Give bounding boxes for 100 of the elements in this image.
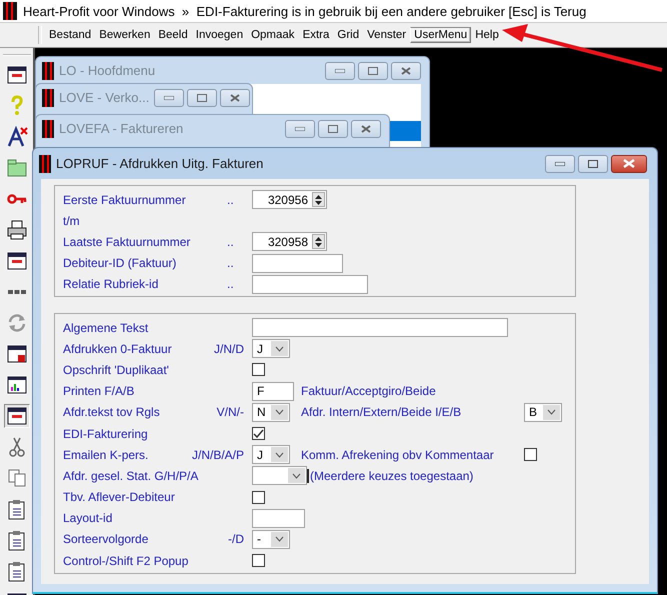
field-label: Algemene Tekst xyxy=(63,320,148,335)
field-label: t/m xyxy=(63,214,81,228)
spinner-icon[interactable] xyxy=(312,192,325,208)
field-label: Emailen K-pers. xyxy=(63,448,148,462)
checkbox[interactable] xyxy=(252,554,265,568)
minimize-button[interactable] xyxy=(325,62,355,80)
close-button[interactable] xyxy=(351,120,381,138)
field-label: Control-/Shift F2 Popup xyxy=(63,554,188,568)
window-logo-icon xyxy=(39,154,51,172)
close-button[interactable] xyxy=(220,88,250,106)
chevron-down-icon xyxy=(292,472,301,479)
menu-item[interactable]: Invoegen xyxy=(192,27,248,43)
leader-dots: .. xyxy=(227,192,235,207)
dropdown[interactable]: N xyxy=(252,402,290,422)
leader-dots: .. xyxy=(227,277,235,292)
maximize-icon xyxy=(197,94,208,102)
field-hint: J/N/B/A/P xyxy=(190,448,244,462)
window-icon[interactable] xyxy=(4,404,30,428)
field-label: Sorteervolgorde xyxy=(63,532,148,546)
maximize-icon xyxy=(368,66,378,74)
menu-item[interactable]: Extra xyxy=(298,27,334,43)
dropdown[interactable]: B xyxy=(524,402,562,422)
dropdown[interactable]: - xyxy=(252,530,290,549)
close-icon xyxy=(401,66,411,74)
close-button[interactable] xyxy=(391,62,421,80)
field-label: Layout-id xyxy=(63,511,112,526)
input-field[interactable] xyxy=(252,254,343,273)
input-field[interactable] xyxy=(252,508,305,528)
field-label: Relatie Rubriek-id xyxy=(63,277,160,292)
field-hint: -/D xyxy=(227,532,244,546)
leader-dots: .. xyxy=(227,234,235,249)
menu-item[interactable]: Grid xyxy=(333,27,364,43)
window-logo-icon xyxy=(42,62,54,80)
minimize-icon xyxy=(164,96,174,100)
app-logo-icon xyxy=(3,2,17,20)
input-field[interactable] xyxy=(252,274,368,294)
minimize-icon xyxy=(335,68,345,72)
app-title: Heart-Profit voor Windows » EDI-Fakturering is in gebruik bij een andere gebruiker [Esc] is Terug xyxy=(23,4,586,18)
close-icon xyxy=(623,159,635,168)
spinner-icon[interactable] xyxy=(312,234,325,250)
window-title: LO - Hoofdmenu xyxy=(59,63,156,78)
maximize-button[interactable] xyxy=(318,120,348,138)
input-field[interactable]: F xyxy=(252,382,294,401)
dialog-title: LOPRUF - Afdrukken Uitg. Fakturen xyxy=(56,156,264,171)
field-label: Faktuur/Acceptgiro/Beide xyxy=(301,384,437,398)
field-hint: J/N/D xyxy=(213,342,244,356)
field-label: Tbv. Aflever-Debiteur xyxy=(63,490,175,504)
menu-item[interactable]: Bewerken xyxy=(95,27,154,43)
checkbox[interactable] xyxy=(252,490,265,504)
field-label: (Meerdere keuzes toegestaan) xyxy=(307,468,533,483)
chevron-down-icon xyxy=(547,409,556,416)
window-title: LOVE - Verko... xyxy=(59,90,150,105)
menu-item[interactable]: Venster xyxy=(363,27,410,43)
close-icon xyxy=(361,124,371,132)
field-label: EDI-Fakturering xyxy=(63,426,148,441)
chevron-down-icon xyxy=(275,536,284,542)
field-label: Komm. Afrekening obv Kommentaar xyxy=(301,448,495,462)
number-field[interactable]: 320958 xyxy=(252,232,327,252)
close-icon xyxy=(230,94,240,102)
menu-item[interactable]: Bestand xyxy=(45,27,96,43)
field-label: Eerste Faktuurnummer xyxy=(63,192,187,207)
dropdown[interactable]: J xyxy=(252,339,290,358)
dropdown[interactable]: J xyxy=(252,445,290,464)
menu-item[interactable]: UserMenu xyxy=(410,27,472,43)
checkbox[interactable] xyxy=(252,427,265,440)
maximize-button[interactable] xyxy=(578,154,608,172)
field-hint: V/N/- xyxy=(216,405,244,420)
minimize-icon xyxy=(555,162,565,166)
close-button[interactable] xyxy=(611,154,647,172)
maximize-button[interactable] xyxy=(358,62,388,80)
field-label: Printen F/A/B xyxy=(63,384,134,398)
leader-dots: .. xyxy=(227,256,235,270)
maximize-button[interactable] xyxy=(187,88,218,106)
minimize-button[interactable] xyxy=(545,154,575,172)
input-field[interactable] xyxy=(252,318,508,338)
minimize-button[interactable] xyxy=(154,88,184,106)
menu-item[interactable]: Help xyxy=(471,27,503,43)
field-label: Afdrukken 0-Faktuur xyxy=(63,342,172,356)
menu-item[interactable]: Opmaak xyxy=(247,27,299,43)
maximize-icon xyxy=(328,124,338,132)
field-label: Afdr.tekst tov Rgls xyxy=(63,405,160,420)
field-label: Debiteur-ID (Faktuur) xyxy=(63,256,178,270)
field-label: Laatste Faktuurnummer xyxy=(63,234,192,249)
dropdown[interactable] xyxy=(252,466,307,486)
number-field[interactable]: 320956 xyxy=(252,190,327,210)
field-label: Opschrift 'Duplikaat' xyxy=(63,362,169,377)
maximize-icon xyxy=(588,160,598,168)
checkbox[interactable] xyxy=(252,363,265,376)
window-logo-icon xyxy=(42,88,54,106)
minimize-icon xyxy=(295,126,305,130)
chevron-down-icon xyxy=(275,452,284,458)
chevron-down-icon xyxy=(275,346,284,352)
window-title: LOVEFA - Faktureren xyxy=(59,121,184,136)
minimize-button[interactable] xyxy=(285,120,315,138)
checkbox[interactable] xyxy=(524,448,537,462)
menu-item[interactable]: Beeld xyxy=(154,27,192,43)
selection-bar xyxy=(389,121,421,141)
field-label: Afdr. gesel. Stat. G/H/P/A xyxy=(63,468,198,483)
field-label: Afdr. Intern/Extern/Beide I/E/B xyxy=(301,405,462,420)
window-logo-icon xyxy=(42,120,54,138)
